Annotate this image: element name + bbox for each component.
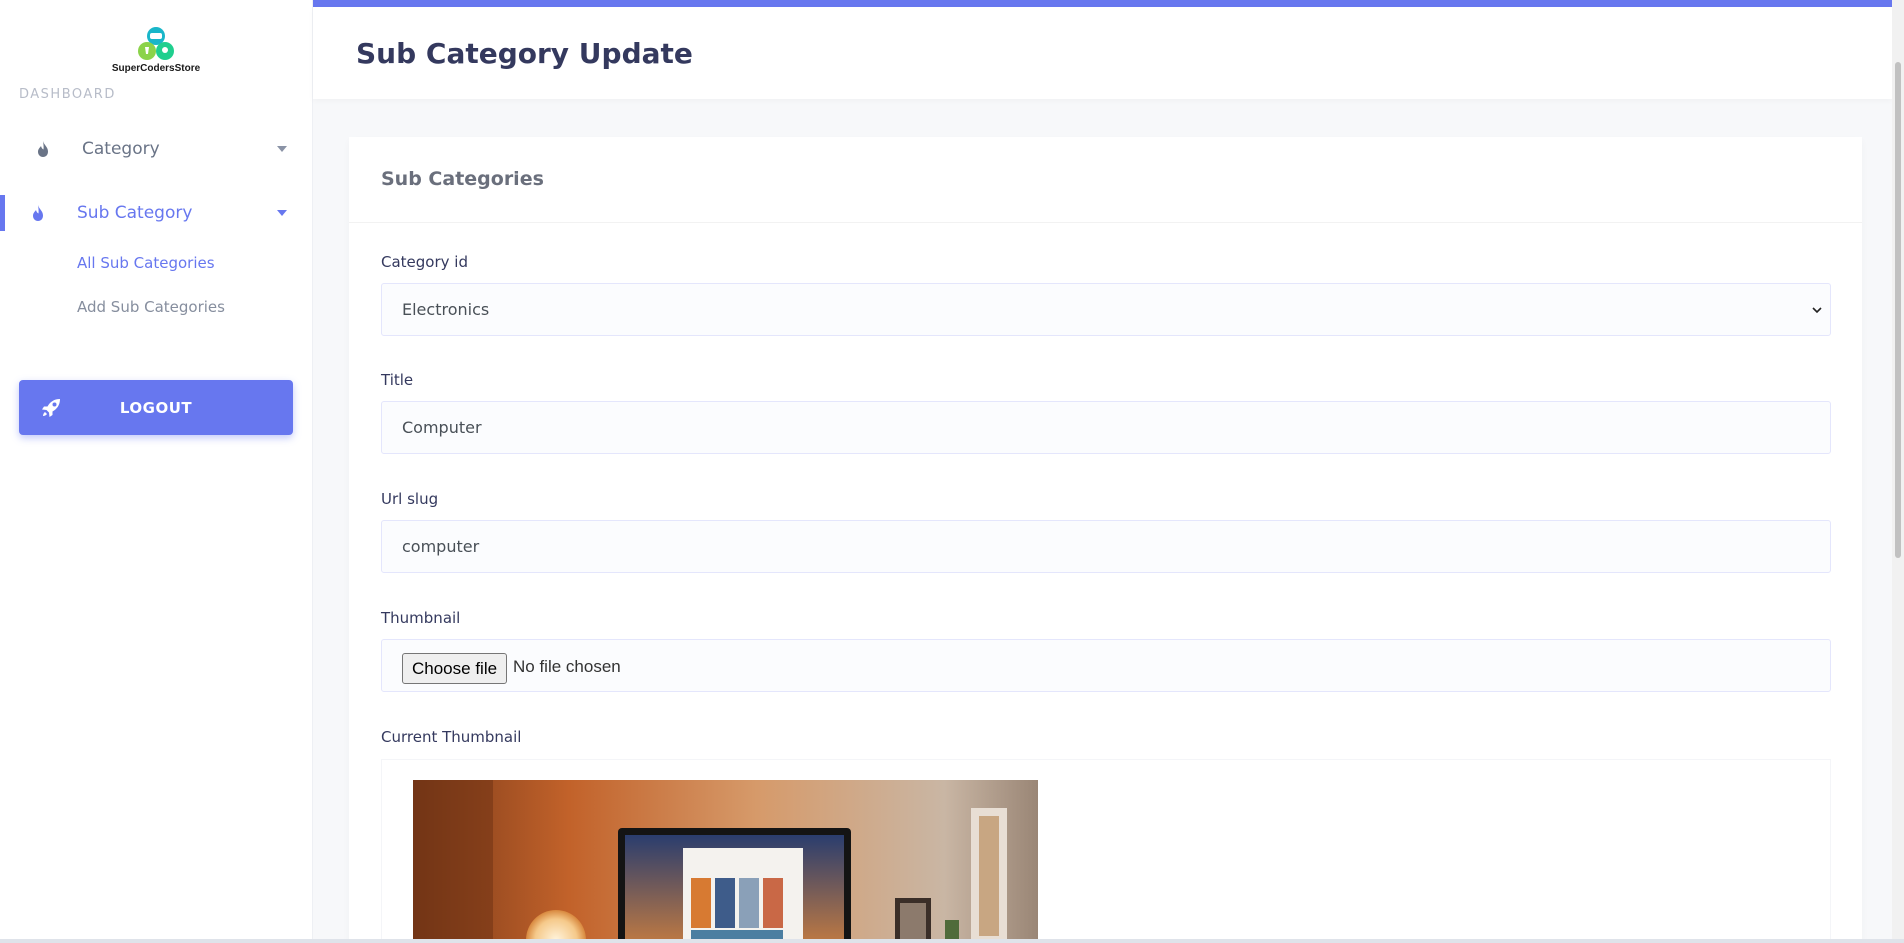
thumbnail-label: Thumbnail (381, 609, 461, 627)
sidebar-item-label: Category (82, 139, 160, 159)
category-id-select[interactable]: Electronics (381, 283, 1831, 336)
brand-name: SuperCodersStore (111, 63, 201, 74)
chevron-down-icon (1812, 307, 1822, 314)
bottom-edge (0, 939, 1904, 943)
page-header: Sub Category Update (313, 7, 1892, 99)
current-thumbnail-container (381, 759, 1831, 943)
scrollbar-thumb[interactable] (1895, 62, 1901, 558)
logo-icon (138, 27, 174, 60)
chevron-down-icon (277, 146, 287, 152)
category-id-label: Category id (381, 253, 468, 271)
current-thumbnail-image (413, 780, 1038, 943)
active-indicator (0, 195, 5, 231)
title-label: Title (381, 371, 414, 389)
sidebar-item-sub-category[interactable]: Sub Category (0, 189, 300, 237)
logout-button[interactable]: LOGOUT (19, 380, 293, 435)
choose-file-button[interactable]: Choose file (402, 653, 508, 684)
sidebar-subitem-add-sub-categories[interactable]: Add Sub Categories (77, 298, 225, 316)
top-accent-bar (313, 0, 1904, 7)
sidebar-item-label: Sub Category (77, 203, 193, 223)
category-id-value: Electronics (402, 300, 490, 319)
url-slug-label: Url slug (381, 490, 439, 508)
logout-label: LOGOUT (119, 398, 193, 417)
title-input[interactable] (402, 418, 1802, 437)
card-title: Sub Categories (381, 168, 544, 190)
page-title: Sub Category Update (356, 37, 693, 70)
sidebar-section-label: DASHBOARD (19, 87, 116, 102)
fire-icon (33, 205, 43, 221)
file-status-text: No file chosen (513, 657, 621, 676)
current-thumbnail-label: Current Thumbnail (381, 728, 522, 746)
sidebar-item-category[interactable]: Category (0, 125, 300, 173)
card-header: Sub Categories (349, 137, 1862, 223)
thumbnail-file-field[interactable]: Choose file No file chosen (381, 639, 1831, 692)
brand-logo[interactable]: SuperCodersStore (108, 26, 204, 80)
sidebar: SuperCodersStore DASHBOARD Category Sub … (0, 0, 313, 943)
url-slug-input[interactable] (402, 537, 1802, 556)
chevron-down-icon (277, 210, 287, 216)
fire-icon (38, 141, 48, 157)
form-card: Sub Categories Category id Electronics T… (349, 137, 1862, 943)
sidebar-subitem-all-sub-categories[interactable]: All Sub Categories (77, 254, 215, 272)
url-slug-field[interactable] (381, 520, 1831, 573)
page-scrollbar[interactable] (1892, 0, 1904, 943)
title-field[interactable] (381, 401, 1831, 454)
